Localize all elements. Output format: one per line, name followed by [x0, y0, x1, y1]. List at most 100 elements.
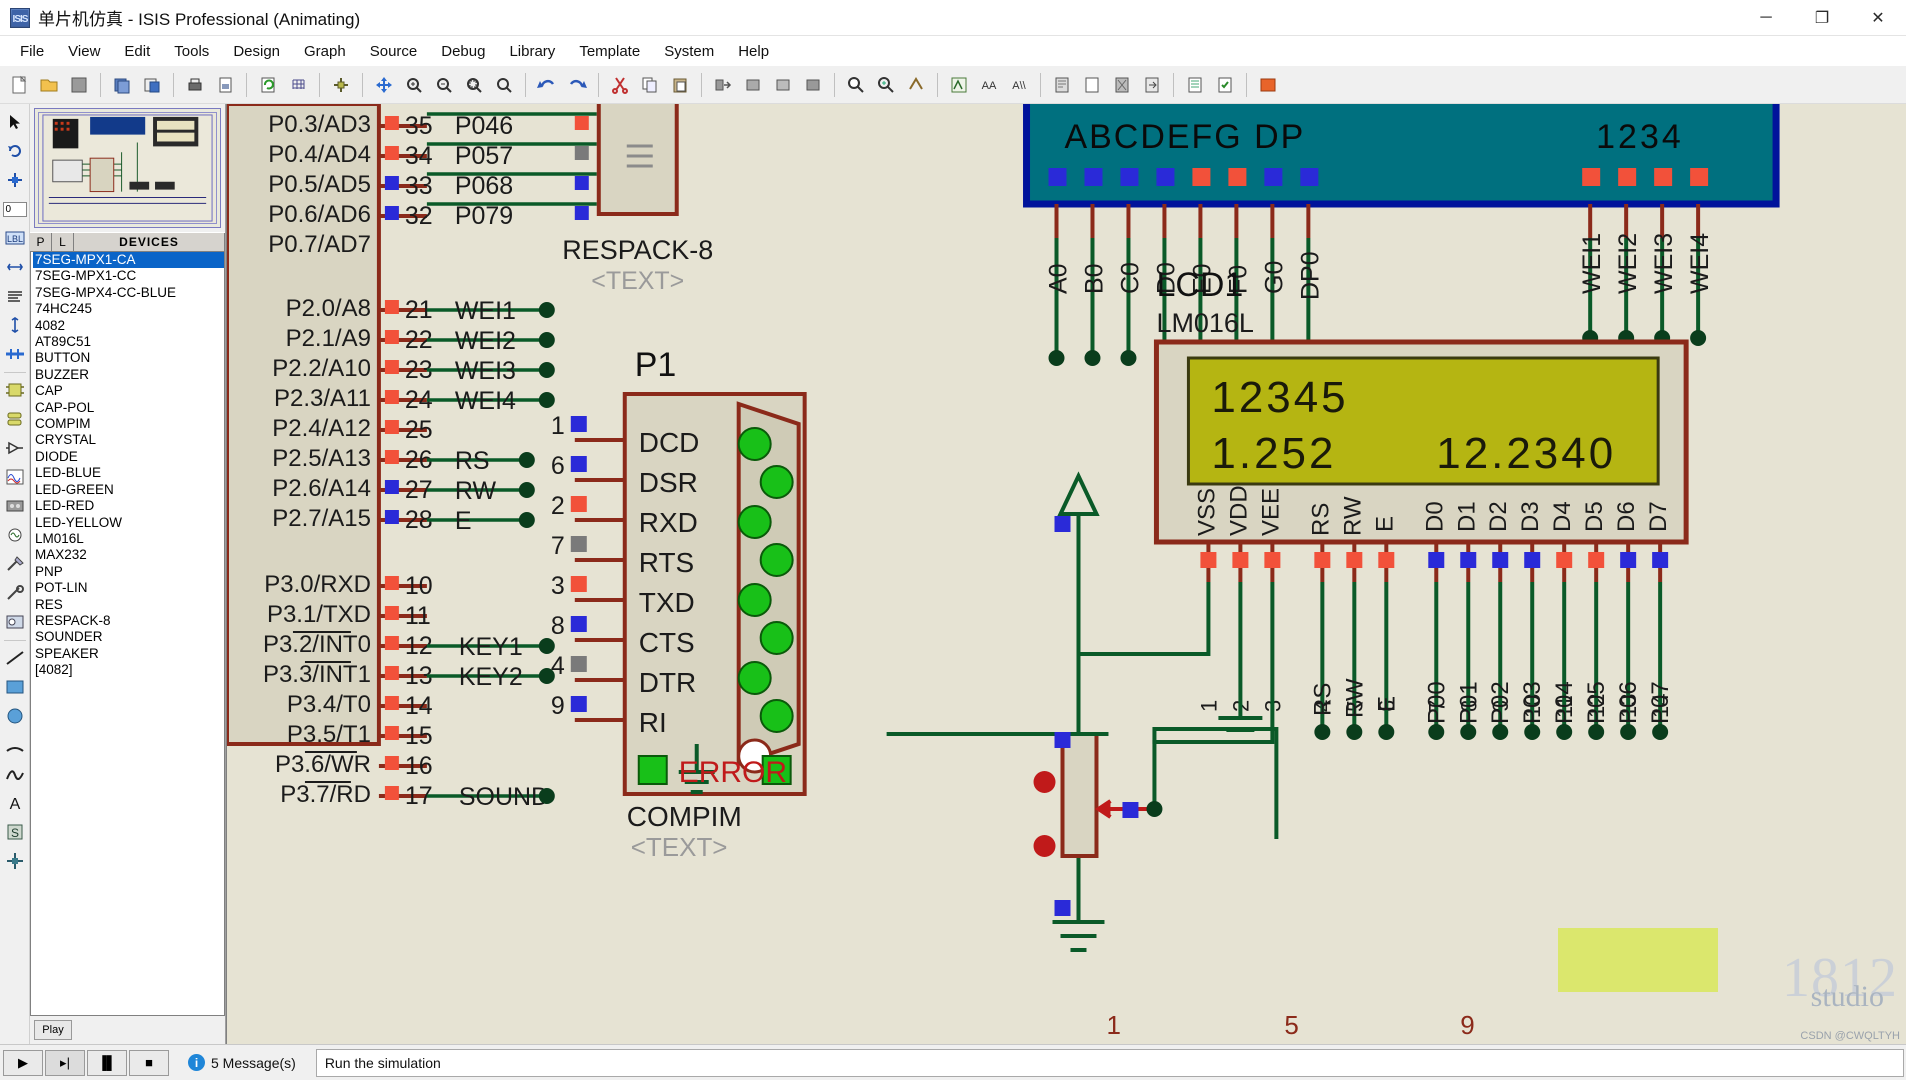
list-item[interactable]: SPEAKER: [33, 646, 224, 662]
block-copy-icon[interactable]: [709, 71, 737, 99]
list-item[interactable]: 7SEG-MPX1-CA: [33, 252, 224, 269]
list-item[interactable]: CRYSTAL: [33, 432, 224, 448]
list-item[interactable]: 7SEG-MPX1-CC: [33, 268, 224, 284]
schematic-canvas[interactable]: P0.3/AD3 P0.4/AD4 P0.5/AD5 P0.6/AD6 P0.7…: [226, 104, 1906, 1044]
graph-mode-icon[interactable]: [2, 463, 28, 491]
menu-file[interactable]: File: [8, 39, 56, 64]
devices-col-p[interactable]: P: [30, 233, 52, 251]
list-item[interactable]: RESPACK-8: [33, 613, 224, 629]
open-folder-icon[interactable]: [35, 71, 63, 99]
minimize-button[interactable]: ─: [1738, 0, 1794, 36]
print-region-icon[interactable]: [211, 71, 239, 99]
undo-icon[interactable]: [533, 71, 561, 99]
list-item[interactable]: [4082]: [33, 662, 224, 678]
devices-col-l[interactable]: L: [52, 233, 74, 251]
print-icon[interactable]: [181, 71, 209, 99]
block-delete-icon[interactable]: [799, 71, 827, 99]
list-item[interactable]: MAX232: [33, 547, 224, 563]
menu-edit[interactable]: Edit: [112, 39, 162, 64]
generator-mode-icon[interactable]: [2, 521, 28, 549]
message-count[interactable]: i 5 Message(s): [180, 1050, 304, 1076]
refresh-icon[interactable]: [254, 71, 282, 99]
menu-source[interactable]: Source: [358, 39, 430, 64]
stop-button[interactable]: ■: [129, 1049, 169, 1076]
bus-mode-icon[interactable]: [2, 340, 28, 368]
wire-autorouter-icon[interactable]: [945, 71, 973, 99]
schematic-drawing[interactable]: P0.3/AD3 P0.4/AD4 P0.5/AD5 P0.6/AD6 P0.7…: [227, 104, 1906, 1044]
mirror-horizontal-icon[interactable]: [2, 253, 28, 281]
copy-icon[interactable]: [636, 71, 664, 99]
origin-icon[interactable]: [327, 71, 355, 99]
virtual-instrument-icon[interactable]: [2, 608, 28, 636]
zoom-out-icon[interactable]: [430, 71, 458, 99]
devices-col-devices[interactable]: DEVICES: [74, 233, 225, 251]
menu-help[interactable]: Help: [726, 39, 781, 64]
selection-mode-icon[interactable]: [2, 108, 28, 136]
path-tool-icon[interactable]: [2, 760, 28, 788]
export-section-icon[interactable]: [138, 71, 166, 99]
design-explorer-icon[interactable]: [1048, 71, 1076, 99]
close-button[interactable]: ✕: [1850, 0, 1906, 36]
devices-list[interactable]: 7SEG-MPX1-CA 7SEG-MPX1-CC 7SEG-MPX4-CC-B…: [30, 252, 225, 1016]
voltage-probe-icon[interactable]: [2, 550, 28, 578]
terminal-mode-icon[interactable]: [2, 405, 28, 433]
list-item[interactable]: BUTTON: [33, 350, 224, 366]
redo-icon[interactable]: [563, 71, 591, 99]
menu-design[interactable]: Design: [221, 39, 292, 64]
box-tool-icon[interactable]: [2, 673, 28, 701]
menu-tools[interactable]: Tools: [162, 39, 221, 64]
list-item[interactable]: COMPIM: [33, 416, 224, 432]
step-button[interactable]: ▸|: [45, 1049, 85, 1076]
maximize-button[interactable]: ❐: [1794, 0, 1850, 36]
menu-view[interactable]: View: [56, 39, 112, 64]
netlist-transfer-icon[interactable]: [1254, 71, 1282, 99]
device-pin-icon[interactable]: [2, 434, 28, 462]
bill-materials-icon[interactable]: [1181, 71, 1209, 99]
zoom-all-icon[interactable]: [490, 71, 518, 99]
list-item[interactable]: 7SEG-MPX4-CC-BLUE: [33, 285, 224, 301]
pan-icon[interactable]: [370, 71, 398, 99]
wire-label-icon[interactable]: LBL: [2, 224, 28, 252]
pause-button[interactable]: ▐▌: [87, 1049, 127, 1076]
menu-library[interactable]: Library: [497, 39, 567, 64]
rotation-angle-field[interactable]: 0: [2, 195, 28, 223]
current-probe-icon[interactable]: [2, 579, 28, 607]
menu-graph[interactable]: Graph: [292, 39, 358, 64]
list-item[interactable]: CAP-POL: [33, 400, 224, 416]
property-assign-icon[interactable]: A\\: [1005, 71, 1033, 99]
zoom-area-icon[interactable]: [460, 71, 488, 99]
grid-icon[interactable]: [284, 71, 312, 99]
new-sheet-icon[interactable]: [1078, 71, 1106, 99]
list-item[interactable]: SOUNDER: [33, 629, 224, 645]
list-item[interactable]: RES: [33, 597, 224, 613]
play-button[interactable]: ▶: [3, 1049, 43, 1076]
list-item[interactable]: POT-LIN: [33, 580, 224, 596]
block-rotate-icon[interactable]: [769, 71, 797, 99]
list-item[interactable]: BUZZER: [33, 367, 224, 383]
list-item[interactable]: LED-GREEN: [33, 482, 224, 498]
list-item[interactable]: 4082: [33, 318, 224, 334]
paste-icon[interactable]: [666, 71, 694, 99]
menu-debug[interactable]: Debug: [429, 39, 497, 64]
arc-tool-icon[interactable]: [2, 731, 28, 759]
zoom-in-icon[interactable]: [400, 71, 428, 99]
menu-system[interactable]: System: [652, 39, 726, 64]
erc-report-icon[interactable]: [1211, 71, 1239, 99]
make-device-icon[interactable]: [872, 71, 900, 99]
list-item[interactable]: LED-RED: [33, 498, 224, 514]
remove-sheet-icon[interactable]: [1108, 71, 1136, 99]
list-item[interactable]: LM016L: [33, 531, 224, 547]
schematic-overview-preview[interactable]: [34, 108, 221, 228]
import-section-icon[interactable]: [108, 71, 136, 99]
junction-dot-icon[interactable]: [2, 166, 28, 194]
cut-icon[interactable]: [606, 71, 634, 99]
rotate-clockwise-icon[interactable]: [2, 137, 28, 165]
list-item[interactable]: LED-YELLOW: [33, 515, 224, 531]
list-item[interactable]: PNP: [33, 564, 224, 580]
subcircuit-icon[interactable]: [2, 376, 28, 404]
block-move-icon[interactable]: [739, 71, 767, 99]
pick-device-icon[interactable]: [842, 71, 870, 99]
list-item[interactable]: 74HC245: [33, 301, 224, 317]
list-item[interactable]: DIODE: [33, 449, 224, 465]
mirror-vertical-icon[interactable]: [2, 311, 28, 339]
